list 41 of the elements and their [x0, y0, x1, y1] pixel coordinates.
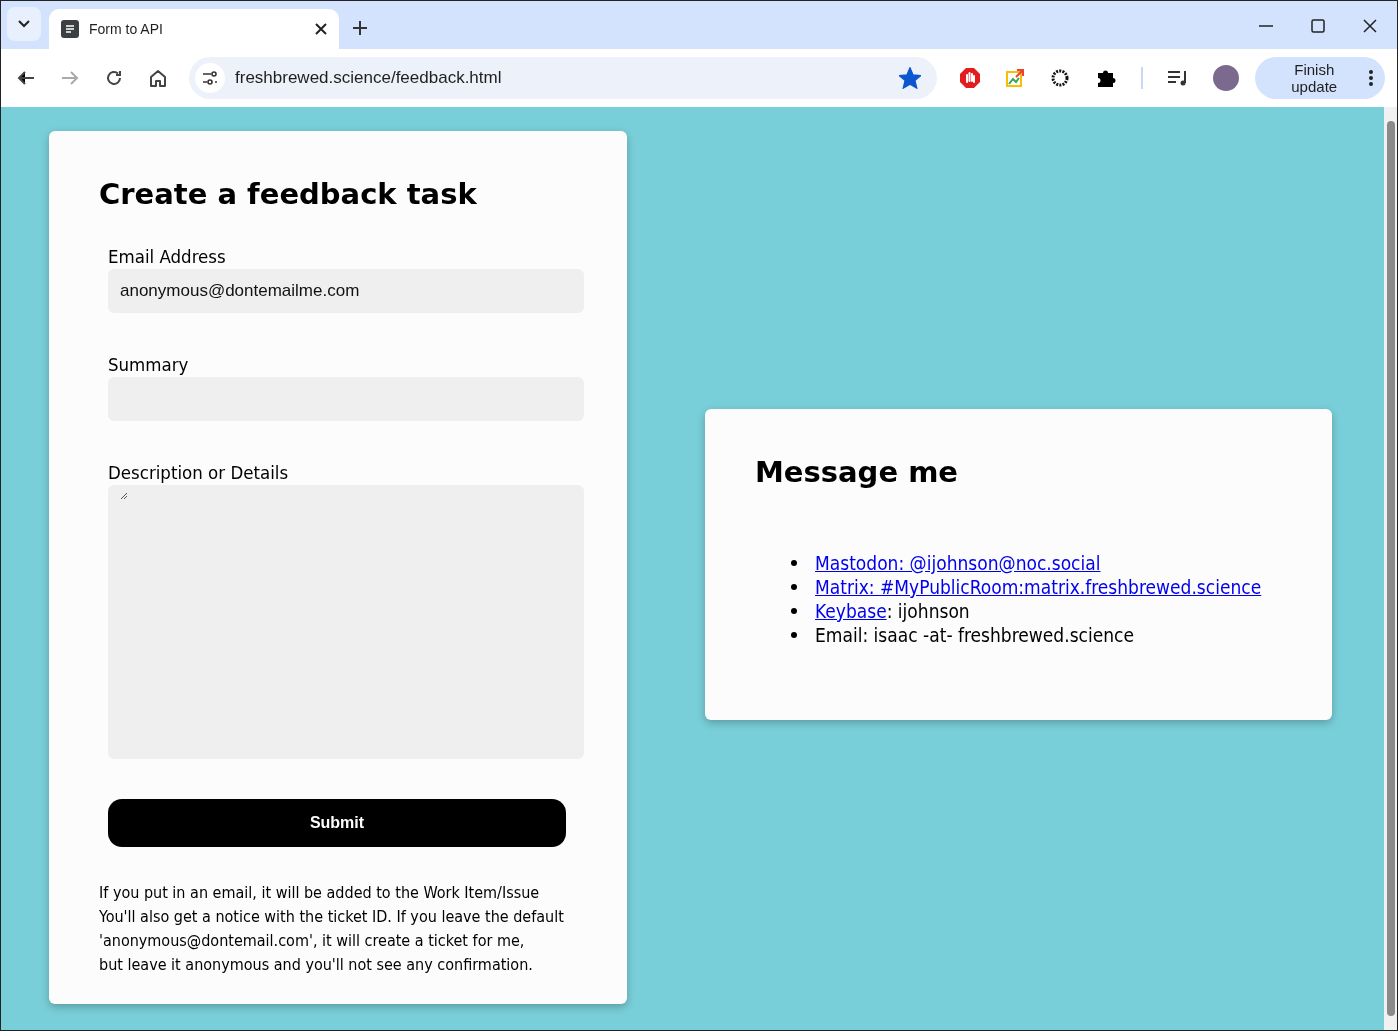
textarea-field[interactable] — [108, 485, 584, 759]
resize-grip-icon[interactable] — [120, 492, 128, 500]
contact-link[interactable]: Mastodon: @ijohnson@noc.social — [815, 551, 1101, 575]
stop-hand-icon[interactable] — [959, 67, 982, 89]
contact-heading: Message me — [755, 455, 960, 489]
back-arrow-icon[interactable] — [17, 70, 35, 86]
field-label: Description or Details — [108, 461, 290, 485]
bullet-icon — [791, 584, 797, 590]
more-vertical-icon[interactable] — [1369, 70, 1373, 86]
star-icon[interactable] — [899, 67, 922, 89]
contact-text: : ijohnson — [886, 599, 970, 623]
url-text: freshbrewed.science/feedback.html — [235, 68, 503, 88]
close-icon[interactable] — [1363, 19, 1377, 33]
home-icon[interactable] — [149, 69, 167, 87]
bullet-icon — [791, 632, 797, 638]
contact-link[interactable]: Keybase — [815, 599, 887, 623]
tab-title: Form to API — [89, 21, 164, 37]
note-paragraph: If you put in an email, it will be added to the Work Item/Issue You'll also get a notice with the ticket ID. If you leave the default 'anonymous@dontemail.com', it will create a ticket for me, but leave it anonymous and you'll not see any confirmation. — [99, 882, 565, 976]
tab-search-button[interactable] — [7, 7, 41, 41]
close-icon[interactable] — [315, 23, 327, 35]
maximize-icon[interactable] — [1311, 19, 1325, 33]
bullet-icon — [791, 560, 797, 566]
address-bar[interactable]: freshbrewed.science/feedback.html — [189, 57, 938, 99]
reload-icon[interactable] — [105, 69, 123, 87]
image-icon[interactable] — [1005, 68, 1026, 88]
profile-avatar[interactable] — [1213, 65, 1240, 91]
site-settings-icon[interactable] — [202, 71, 218, 85]
bullet-icon — [791, 608, 797, 614]
field-label: Email Address — [108, 245, 227, 269]
field-label: Summary — [108, 353, 190, 377]
form-heading: Create a feedback task — [99, 177, 478, 211]
finish-update-button[interactable]: Finish update — [1255, 57, 1385, 99]
plus-icon[interactable] — [353, 21, 367, 35]
contact-link[interactable]: Matrix: #MyPublicRoom:matrix.freshbrewed.science — [815, 575, 1262, 599]
scrollbar[interactable] — [1384, 107, 1397, 1030]
submit-button[interactable]: Submit — [108, 799, 566, 847]
text-field[interactable]: anonymous@dontemailme.com — [108, 269, 584, 313]
browser-tab[interactable]: Form to API — [49, 9, 339, 49]
document-icon — [61, 20, 79, 38]
contact-text: Email: isaac -at- freshbrewed.science — [815, 623, 1134, 647]
chevron-down-icon[interactable] — [18, 20, 30, 28]
